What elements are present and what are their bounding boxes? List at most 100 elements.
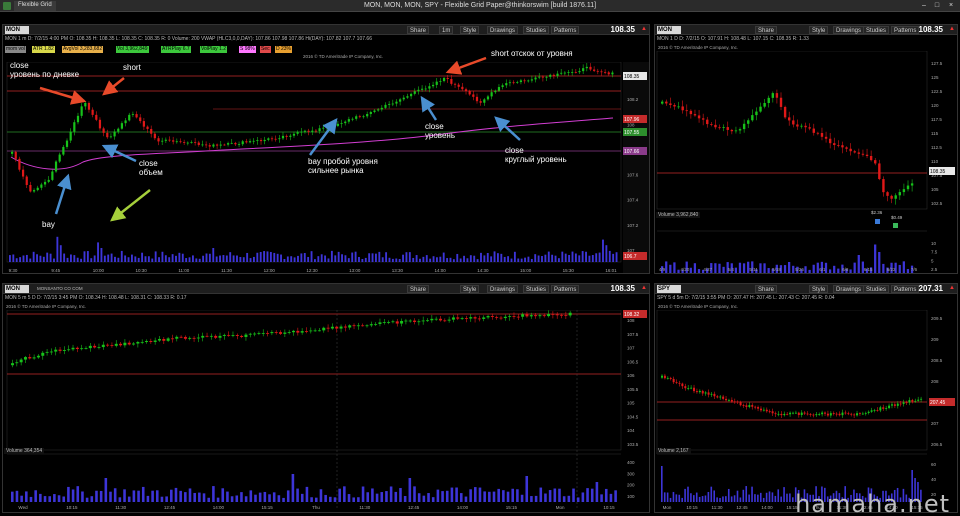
timeframe-button[interactable]: 1m	[439, 26, 454, 34]
five-volume-bar	[305, 486, 309, 502]
five-candle	[67, 349, 71, 351]
five-volume-bar	[43, 496, 47, 502]
symbol-selector[interactable]: MON	[5, 26, 29, 34]
share-button[interactable]: Share	[755, 26, 778, 34]
studies-button[interactable]: Studies	[523, 26, 550, 34]
daily-candle	[681, 106, 684, 111]
patterns-button[interactable]: Patterns	[891, 26, 920, 34]
panel-header: MON Share 1m Style Drawings Studies Patt…	[3, 25, 649, 35]
share-button[interactable]: Share	[755, 285, 778, 293]
five-candle	[317, 330, 321, 332]
time-axis-label: 15:00	[520, 268, 532, 273]
daily-volume-bar	[796, 266, 799, 273]
patterns-button[interactable]: Patterns	[551, 285, 580, 293]
five-volume-bar	[394, 491, 398, 502]
spy-candle	[693, 387, 696, 392]
spy-candle	[853, 414, 856, 416]
studies-button[interactable]: Studies	[863, 285, 890, 293]
spy-candle	[888, 405, 891, 409]
close-icon[interactable]: ×	[945, 1, 957, 11]
main-volume-bar	[537, 255, 540, 262]
symbol-selector[interactable]: MON	[5, 285, 29, 293]
drawings-button[interactable]: Drawings	[487, 285, 519, 293]
symbol-selector[interactable]: SPY	[657, 285, 681, 293]
five-candle	[75, 347, 79, 350]
spy-volume-bar	[777, 489, 780, 502]
main-volume-bar	[161, 251, 164, 262]
drawings-button[interactable]: Drawings	[833, 26, 865, 34]
daily-volume-bar	[808, 269, 811, 273]
main-volume-bar	[93, 255, 96, 262]
symbol-selector[interactable]: MON	[657, 26, 681, 34]
studies-button[interactable]: Studies	[863, 26, 890, 34]
five-candle	[469, 317, 473, 319]
patterns-button[interactable]: Patterns	[891, 285, 920, 293]
five-volume-bar	[11, 491, 14, 502]
drawings-button[interactable]: Drawings	[833, 285, 865, 293]
main-volume-bar	[459, 258, 462, 262]
share-button[interactable]: Share	[407, 26, 430, 34]
daily-candles[interactable]: 127.5 125 122.5 120 117.5 115 112.5 110 10 7.5 105…	[655, 51, 957, 273]
main-volume-bar	[351, 252, 354, 262]
minimize-icon[interactable]: –	[918, 1, 930, 11]
five-volume-bar	[179, 490, 182, 502]
main-candle	[172, 140, 175, 142]
main-volume-bar	[283, 258, 286, 262]
main-candle	[62, 146, 65, 155]
spy-candle	[704, 392, 707, 394]
price-axis-label: 107.2	[627, 223, 639, 228]
price-axis-label: 102.5	[931, 201, 943, 206]
spy-candle	[890, 404, 893, 406]
main-candle	[552, 74, 555, 77]
main-candle	[589, 66, 592, 70]
spy-volume-bar	[695, 492, 698, 502]
studies-button[interactable]: Studies	[523, 285, 550, 293]
daily-candle	[706, 119, 709, 125]
window-title: MON, MON, MON, SPY - Flexible Grid Paper…	[363, 2, 597, 9]
daily-volume-bar	[714, 263, 717, 273]
style-button[interactable]: Style	[809, 26, 829, 34]
spy-candle	[754, 406, 757, 408]
main-volume-bar	[239, 256, 242, 262]
patterns-button[interactable]: Patterns	[551, 26, 580, 34]
five-volume-bar	[188, 488, 192, 502]
style-button[interactable]: Style	[460, 285, 480, 293]
five-candle	[378, 322, 382, 324]
main-volume-bar	[561, 251, 564, 262]
spy-candle	[751, 405, 754, 407]
maximize-icon[interactable]: □	[931, 1, 943, 11]
main-candle	[113, 131, 116, 137]
copyright-text: 2016 © TD Ameritrade IP Company, Inc.	[6, 304, 87, 309]
spy-volume-bar	[672, 491, 675, 502]
daily-volume-bar	[861, 261, 864, 273]
main-volume-bar	[466, 258, 469, 262]
five-candle	[101, 344, 105, 348]
spy-candle	[710, 393, 713, 395]
five-volume-bar	[553, 488, 557, 502]
time-axis-label: 10:15	[66, 505, 78, 510]
price-axis-label: 127.5	[931, 61, 943, 66]
study-value-box: VolPlay 1.2	[200, 46, 228, 53]
five-volume-bar	[427, 493, 430, 502]
share-button[interactable]: Share	[407, 285, 430, 293]
daily-volume-bar	[853, 262, 856, 273]
style-button[interactable]: Style	[809, 285, 829, 293]
main-candle	[428, 86, 431, 89]
main-candle	[571, 72, 574, 73]
main-volume-bar	[527, 256, 530, 262]
copyright-text: 2016 © TD Ameritrade IP Company, Inc.	[658, 304, 739, 309]
main-candle	[450, 79, 453, 84]
five-volume-bar	[455, 487, 458, 502]
drawings-button[interactable]: Drawings	[487, 26, 519, 34]
main-volume-bar	[307, 256, 310, 262]
five-candle	[486, 316, 490, 318]
copyright-text: 2016 © TD Ameritrade IP Company, Inc.	[658, 45, 739, 50]
main-candle	[424, 88, 427, 90]
main-volume-bar	[541, 256, 543, 262]
spy-candles[interactable]: 209.5209208.5208207.5207206.5207.4560402…	[655, 310, 957, 512]
main-candle	[11, 151, 14, 154]
five-minute-candles[interactable]: 108 107.5 107 106.5 106 105.5 105 104.5 104 103.5…	[3, 310, 649, 512]
style-button[interactable]: Style	[460, 26, 480, 34]
five-volume-bar	[226, 491, 229, 502]
five-candle	[287, 332, 291, 333]
